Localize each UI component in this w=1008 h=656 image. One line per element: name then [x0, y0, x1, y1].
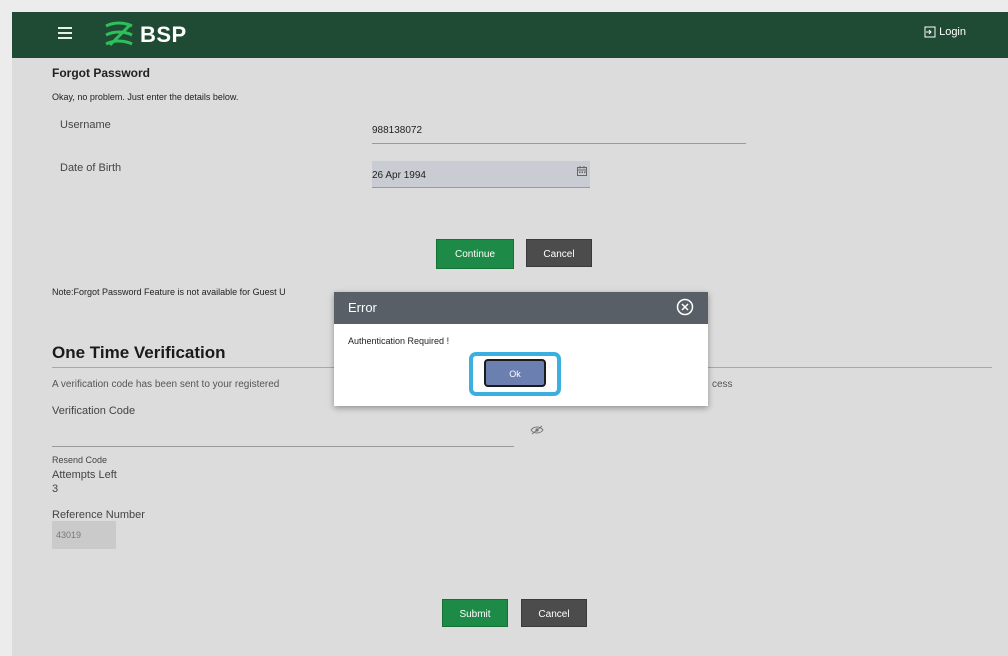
resend-code-link[interactable]: Resend Code [52, 455, 107, 465]
attempts-left-value: 3 [52, 483, 59, 495]
login-label: Login [939, 26, 966, 38]
verification-code-label: Verification Code [52, 405, 136, 417]
reference-number-label: Reference Number [52, 509, 145, 521]
page-subtitle: Okay, no problem. Just enter the details… [52, 92, 239, 102]
calendar-icon[interactable] [577, 166, 587, 176]
page-title: Forgot Password [52, 66, 151, 80]
dob-label: Date of Birth [60, 162, 122, 174]
ok-button[interactable]: Ok [484, 359, 546, 387]
otv-message: A verification code has been sent to you… [52, 379, 280, 390]
close-circle-icon[interactable] [676, 298, 694, 316]
username-value: 988138072 [372, 125, 423, 136]
username-field[interactable]: 988138072 [372, 122, 746, 144]
top-header: BSP Login [12, 12, 1008, 58]
hamburger-menu-icon[interactable] [58, 27, 72, 39]
login-link[interactable]: Login [924, 26, 966, 38]
dob-value: 26 Apr 1994 [372, 170, 426, 181]
username-label: Username [60, 119, 111, 131]
login-arrow-icon [924, 26, 936, 38]
error-dialog: Error Authentication Required ! Ok [334, 292, 708, 406]
brand-name: BSP [140, 22, 187, 47]
bsp-logo-icon [105, 21, 133, 47]
reference-number-field: 43019 [52, 521, 116, 549]
otv-cancel-button[interactable]: Cancel [521, 599, 587, 627]
continue-button[interactable]: Continue [436, 239, 514, 269]
dob-field[interactable]: 26 Apr 1994 [372, 161, 590, 188]
otv-message-tail: cess [712, 379, 733, 390]
submit-button[interactable]: Submit [442, 599, 508, 627]
reference-number-value: 43019 [56, 530, 82, 540]
error-dialog-message: Authentication Required ! [348, 336, 450, 346]
otv-title: One Time Verification [52, 343, 226, 362]
bsp-logo: BSP [102, 21, 187, 49]
eye-slash-icon[interactable] [530, 425, 544, 435]
error-dialog-header: Error [334, 292, 708, 324]
app-frame: BSP Login Forgot Password Okay, no probl… [12, 12, 1008, 656]
attempts-left-label: Attempts Left [52, 469, 117, 481]
verification-code-input[interactable] [52, 446, 514, 447]
cancel-button[interactable]: Cancel [526, 239, 592, 267]
guest-note: Note:Forgot Password Feature is not avai… [52, 287, 286, 297]
error-dialog-title: Error [348, 300, 377, 315]
